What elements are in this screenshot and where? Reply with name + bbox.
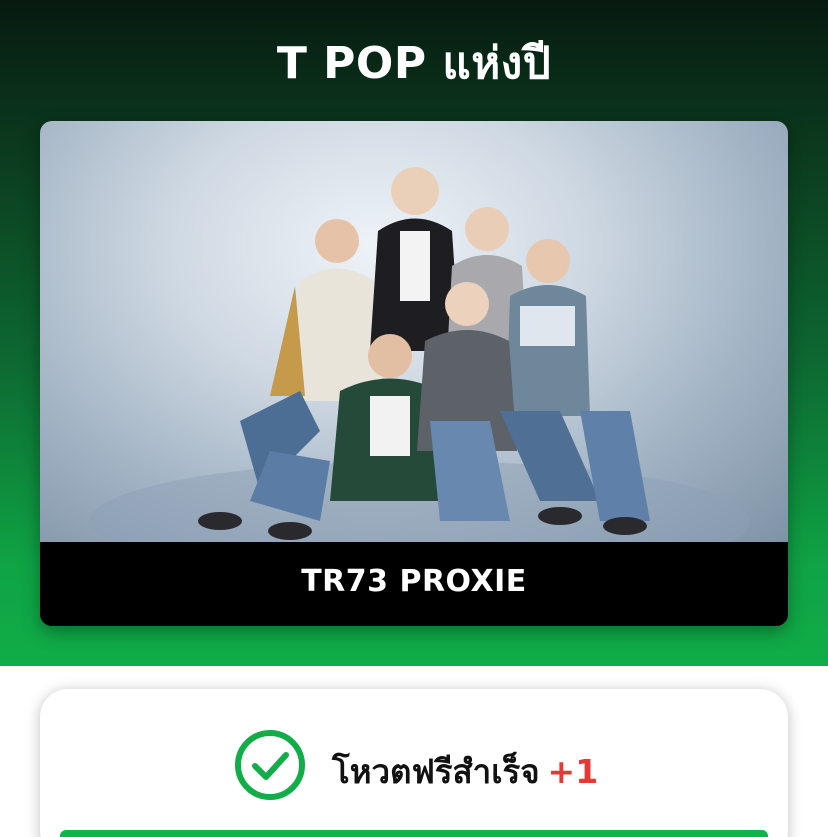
vote-page: T POP แห่งปี TR73 PROXIE โหวตฟรีสำเร็จ +… <box>0 0 828 837</box>
vote-success-message: โหวตฟรีสำเร็จ +1 <box>332 745 598 798</box>
next-button-edge[interactable] <box>60 830 768 837</box>
nominee-card[interactable]: TR73 PROXIE <box>40 121 788 626</box>
vote-bonus: +1 <box>547 752 599 791</box>
page-title: T POP แห่งปี <box>276 38 552 89</box>
nominee-photo <box>40 121 788 542</box>
vote-result-card: โหวตฟรีสำเร็จ +1 <box>40 689 788 837</box>
check-circle-icon <box>234 729 306 801</box>
nominee-name: TR73 PROXIE <box>40 542 788 626</box>
vote-success-label: โหวตฟรีสำเร็จ <box>332 752 540 791</box>
hero-section: T POP แห่งปี TR73 PROXIE <box>0 0 828 666</box>
